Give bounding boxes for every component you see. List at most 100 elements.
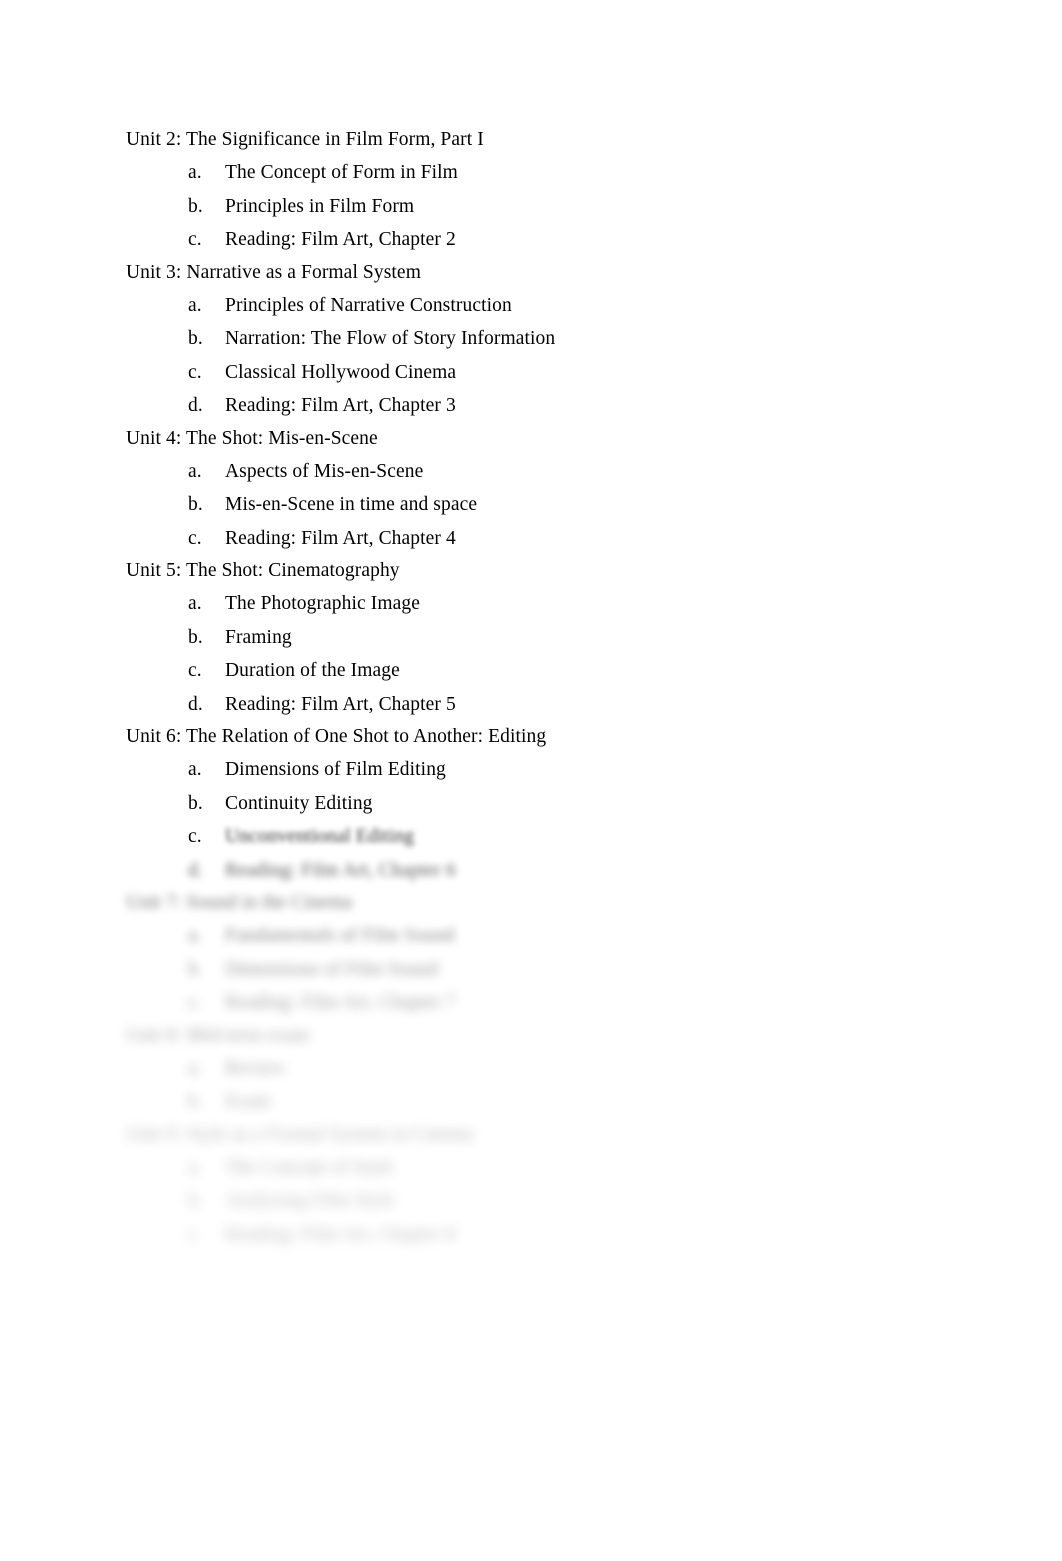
- topic-label: Dimensions of Film Sound: [225, 958, 439, 980]
- unit-topic-item: a. The Concept of Style: [126, 1151, 946, 1185]
- topic-marker: a.: [188, 294, 202, 316]
- unit-topic-item: b. Exam: [126, 1085, 946, 1119]
- unit-title: Unit 6: The Relation of One Shot to Anot…: [126, 726, 547, 747]
- topic-label: Review: [225, 1057, 286, 1079]
- topic-marker: c.: [188, 660, 202, 681]
- unit-block: Unit 9: Style as a Formal System in Cine…: [126, 1119, 946, 1252]
- unit-topic-list: a. Dimensions of Film Editing b. Continuity…: [126, 753, 946, 887]
- syllabus-outline: Unit 2: The Significance in Film Form, P…: [126, 124, 946, 1251]
- topic-label: The Concept of Form in Film: [225, 162, 458, 183]
- topic-label: Unconventional Editing: [225, 826, 415, 847]
- unit-title: Unit 3: Narrative as a Formal System: [126, 261, 421, 283]
- topic-marker: d.: [188, 395, 203, 416]
- topic-label: Reading: Film Art, Chapter 4: [225, 527, 456, 549]
- topic-marker: b.: [188, 195, 203, 217]
- unit-topic-item: a. Aspects of Mis-en-Scene: [126, 455, 946, 489]
- topic-label: Continuity Editing: [225, 792, 373, 814]
- topic-label: Principles in Film Form: [225, 195, 415, 217]
- unit-topic-item: b. Continuity Editing: [126, 787, 946, 821]
- unit-topic-list: a. The Concept of Form in Film b. Principle…: [126, 156, 946, 257]
- topic-label: The Concept of Style: [225, 1156, 394, 1178]
- topic-marker: a.: [188, 1156, 202, 1178]
- unit-topic-item: c. Duration of the Image: [126, 654, 946, 688]
- unit-topic-item: a. Principles of Narrative Construction: [126, 289, 946, 323]
- unit-block: Unit 4: The Shot: Mis-en-Scene a. Aspects …: [126, 423, 946, 556]
- unit-topic-item: c. Classical Hollywood Cinema: [126, 356, 946, 390]
- topic-label: Reading: Film Art, Chapter 7: [225, 992, 456, 1013]
- unit-topic-list: a. Principles of Narrative Construction b.…: [126, 289, 946, 423]
- topic-label: Exam: [225, 1091, 271, 1112]
- unit-block: Unit 8: Mid-term exam a. Review b. Exam: [126, 1020, 946, 1119]
- topic-label: Fundamentals of Film Sound: [225, 925, 455, 946]
- topic-label: Duration of the Image: [225, 660, 400, 681]
- unit-title: Unit 4: The Shot: Mis-en-Scene: [126, 427, 378, 449]
- unit-topic-item: b. Narration: The Flow of Story Informati…: [126, 322, 946, 356]
- unit-topic-list: a. The Concept of Style b. Analyzing Film S…: [126, 1151, 946, 1252]
- unit-topic-item: c. Unconventional Editing: [126, 820, 946, 854]
- topic-marker: b.: [188, 494, 203, 515]
- unit-topic-item: c. Reading: Film Art, Chapter 7: [126, 986, 946, 1020]
- topic-marker: a.: [188, 759, 202, 780]
- unit-title: Unit 2: The Significance in Film Form, P…: [126, 129, 484, 150]
- unit-topic-item: c. Reading: Film Art, Chapter 2: [126, 223, 946, 257]
- topic-label: Reading: Film Art, Chapter 8: [225, 1223, 456, 1245]
- unit-topic-item: b. Framing: [126, 621, 946, 655]
- topic-marker: c.: [188, 361, 202, 383]
- topic-label: Mis-en-Scene in time and space: [225, 494, 478, 515]
- topic-marker: b.: [188, 1190, 203, 1211]
- unit-title: Unit 8: Mid-term exam: [126, 1024, 310, 1046]
- document-page: Unit 2: The Significance in Film Form, P…: [0, 0, 1062, 1561]
- unit-topic-item: d. Reading: Film Art, Chapter 6: [126, 854, 946, 888]
- unit-topic-item: c. Reading: Film Art, Chapter 4: [126, 522, 946, 556]
- topic-label: Reading: Film Art, Chapter 6: [225, 859, 456, 881]
- unit-topic-item: b. Dimensions of Film Sound: [126, 953, 946, 987]
- topic-label: Framing: [225, 626, 292, 648]
- unit-topic-item: a. The Photographic Image: [126, 587, 946, 621]
- unit-block: Unit 2: The Significance in Film Form, P…: [126, 124, 946, 257]
- topic-marker: b.: [188, 792, 203, 814]
- topic-label: Reading: Film Art, Chapter 3: [225, 395, 456, 416]
- topic-label: The Photographic Image: [225, 593, 420, 614]
- topic-marker: a.: [188, 162, 202, 183]
- topic-marker: a.: [188, 925, 202, 946]
- unit-title: Unit 9: Style as a Formal System in Cine…: [126, 1123, 474, 1145]
- unit-topic-list: a. Aspects of Mis-en-Scene b. Mis-en-Scene …: [126, 455, 946, 556]
- topic-marker: b.: [188, 328, 203, 349]
- topic-label: Reading: Film Art, Chapter 2: [225, 229, 456, 250]
- unit-topic-list: a. Review b. Exam: [126, 1052, 946, 1119]
- topic-marker: c.: [188, 229, 202, 250]
- topic-marker: c.: [188, 1223, 202, 1245]
- topic-label: Aspects of Mis-en-Scene: [225, 460, 424, 482]
- topic-marker: c.: [188, 826, 202, 847]
- topic-marker: d.: [188, 859, 203, 881]
- topic-label: Classical Hollywood Cinema: [225, 361, 457, 383]
- unit-block: Unit 3: Narrative as a Formal System a. Pr…: [126, 257, 946, 423]
- unit-block: Unit 6: The Relation of One Shot to Anot…: [126, 721, 946, 887]
- unit-topic-item: a. Fundamentals of Film Sound: [126, 919, 946, 953]
- unit-block: Unit 7: Sound in the Cinema a. Fundamental…: [126, 887, 946, 1020]
- unit-title: Unit 5: The Shot: Cinematography: [126, 560, 400, 581]
- unit-topic-item: b. Analyzing Film Style: [126, 1184, 946, 1218]
- topic-marker: b.: [188, 958, 203, 980]
- topic-marker: c.: [188, 527, 202, 549]
- unit-topic-item: d. Reading: Film Art, Chapter 3: [126, 389, 946, 423]
- topic-marker: b.: [188, 626, 203, 648]
- unit-block: Unit 5: The Shot: Cinematography a. The Ph…: [126, 555, 946, 721]
- unit-topic-list: a. Fundamentals of Film Sound b. Dimensions…: [126, 919, 946, 1020]
- topic-marker: d.: [188, 693, 203, 715]
- topic-label: Narration: The Flow of Story Information: [225, 328, 556, 349]
- unit-topic-item: b. Principles in Film Form: [126, 190, 946, 224]
- unit-topic-item: d. Reading: Film Art, Chapter 5: [126, 688, 946, 722]
- topic-label: Reading: Film Art, Chapter 5: [225, 693, 456, 715]
- topic-label: Analyzing Film Style: [225, 1190, 395, 1211]
- topic-marker: a.: [188, 460, 202, 482]
- unit-topic-item: a. Dimensions of Film Editing: [126, 753, 946, 787]
- topic-label: Dimensions of Film Editing: [225, 759, 446, 780]
- topic-marker: b.: [188, 1091, 203, 1112]
- topic-marker: c.: [188, 992, 202, 1013]
- topic-marker: a.: [188, 593, 202, 614]
- unit-topic-list: a. The Photographic Image b. Framing c. Durat…: [126, 587, 946, 721]
- unit-topic-item: a. The Concept of Form in Film: [126, 156, 946, 190]
- unit-title: Unit 7: Sound in the Cinema: [126, 892, 353, 913]
- unit-topic-item: c. Reading: Film Art, Chapter 8: [126, 1218, 946, 1252]
